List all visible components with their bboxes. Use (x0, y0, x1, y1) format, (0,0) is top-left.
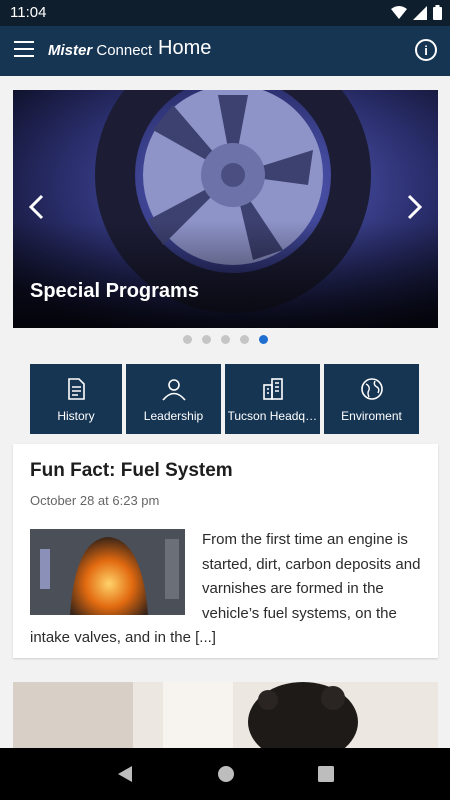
quick-link-label: History (57, 409, 95, 423)
page-title: Home (158, 37, 212, 59)
carousel-dot[interactable] (220, 335, 230, 344)
post-card-2-image (13, 682, 438, 752)
status-icons (391, 5, 442, 20)
carousel-caption: Special Programs (30, 280, 199, 302)
wifi-icon (391, 5, 407, 19)
carousel-prev-icon[interactable] (21, 190, 51, 224)
recents-icon[interactable] (317, 766, 334, 782)
home-icon[interactable] (217, 765, 235, 783)
carousel-dot-active[interactable] (258, 335, 268, 344)
menu-icon[interactable] (14, 41, 34, 59)
person-icon (161, 379, 186, 401)
brand-mister: Mister (48, 42, 93, 59)
quick-link-label: Enviroment (341, 409, 402, 423)
post-card-2[interactable] (13, 682, 438, 752)
post-date: October 28 at 6:23 pm (30, 493, 160, 508)
battery-icon (433, 5, 442, 20)
post-card[interactable]: Fun Fact: Fuel System October 28 at 6:23… (13, 444, 438, 658)
quick-link-label: Tucson Headquarters (227, 409, 318, 423)
quick-link-leadership[interactable]: Leadership (126, 364, 221, 434)
globe-icon (360, 378, 383, 400)
post-title[interactable]: Fun Fact: Fuel System (30, 460, 233, 482)
status-time: 11:04 (10, 4, 47, 21)
info-icon[interactable]: i (415, 39, 437, 61)
carousel-dot[interactable] (239, 335, 249, 344)
system-nav-bar (0, 748, 450, 800)
quick-link-enviroment[interactable]: Enviroment (324, 364, 419, 434)
quick-link-history[interactable]: History (30, 364, 122, 434)
brand-logo: Mister Connect (48, 42, 152, 59)
quick-link-tucson-headquarters[interactable]: Tucson Headquarters (225, 364, 320, 434)
document-icon (68, 378, 85, 400)
hero-carousel[interactable]: Special Programs (13, 90, 438, 328)
post-excerpt: From the first time an engine is started… (30, 528, 425, 651)
brand-connect: Connect (96, 42, 153, 59)
signal-icon (413, 5, 427, 20)
app-bar: Mister Connect Home i (0, 26, 450, 76)
quick-link-label: Leadership (143, 409, 204, 423)
back-icon[interactable] (116, 765, 134, 783)
building-icon (262, 378, 283, 400)
carousel-dots (0, 335, 450, 344)
carousel-dot[interactable] (182, 335, 192, 344)
carousel-next-icon[interactable] (400, 190, 430, 224)
quick-links: History Leadership Tucson Headquarters E… (30, 364, 419, 434)
carousel-dot[interactable] (201, 335, 211, 344)
status-bar: 11:04 (0, 0, 450, 26)
